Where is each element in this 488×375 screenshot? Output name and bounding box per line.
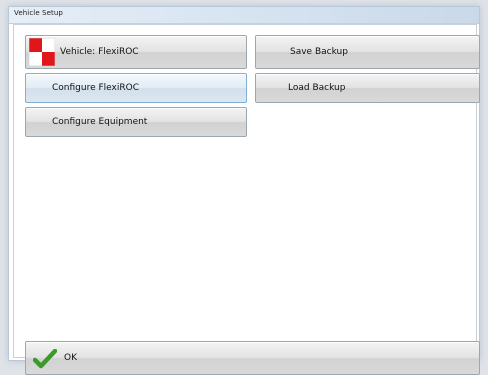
ok-button[interactable]: OK [25,341,480,375]
checkmark-icon [33,349,57,369]
configure-equipment-label: Configure Equipment [52,117,148,127]
ok-button-label: OK [64,353,77,363]
configure-flexiroc-label: Configure FlexiROC [52,83,139,93]
save-backup-button[interactable]: Save Backup [255,35,480,69]
configure-equipment-button[interactable]: Configure Equipment [25,107,247,137]
checkered-flag-icon [29,38,55,66]
vehicle-setup-window: Vehicle Setup Vehicle: FlexiROC Configur… [8,6,480,375]
load-backup-label: Load Backup [288,83,346,93]
save-backup-label: Save Backup [290,47,348,57]
vehicle-button[interactable]: Vehicle: FlexiROC [25,35,247,69]
load-backup-button[interactable]: Load Backup [255,73,480,103]
configure-flexiroc-button[interactable]: Configure FlexiROC [25,73,247,103]
title-bar[interactable]: Vehicle Setup [9,7,479,24]
vehicle-button-label: Vehicle: FlexiROC [60,47,139,57]
content-panel: Vehicle: FlexiROC Configure FlexiROC Con… [13,24,480,375]
window-title: Vehicle Setup [14,9,63,17]
